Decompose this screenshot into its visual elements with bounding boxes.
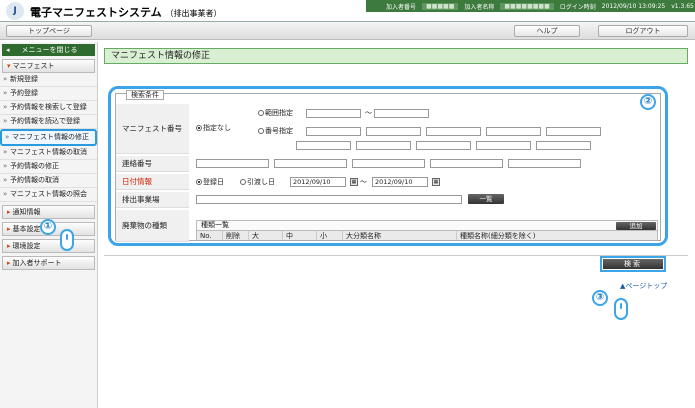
sidebar-section-notice[interactable]: ▸ 通知情報 xyxy=(2,205,95,219)
triangle-down-icon: ▾ xyxy=(7,62,11,70)
radio-none[interactable]: 指定なし xyxy=(196,124,231,133)
contact-input-3[interactable] xyxy=(352,159,425,168)
number-input-7[interactable] xyxy=(356,141,411,150)
help-button[interactable]: ヘルプ xyxy=(514,25,580,37)
mouse-icon xyxy=(614,298,628,320)
user-info-bar: 加入者番号 ■■■■■ 加入者名称 ■■■■■■■■ ログイン時刻 2012/09/1… xyxy=(366,0,695,12)
number-input-2[interactable] xyxy=(366,127,421,136)
number-input-8[interactable] xyxy=(416,141,471,150)
emitter-input[interactable] xyxy=(196,195,462,204)
col-small: 小 xyxy=(317,231,343,240)
radio-reg-date[interactable]: 登録日 xyxy=(196,178,224,187)
sidebar-item-cancel-manifest[interactable]: マニフェスト情報の取消 xyxy=(0,146,97,160)
col-medium: 中 xyxy=(283,231,317,240)
contact-input-2[interactable] xyxy=(274,159,347,168)
jwnet-logo: J xyxy=(6,2,24,20)
page-top-link[interactable]: ▲ページトップ xyxy=(620,281,667,291)
type-list-title: 種類一覧 xyxy=(197,221,657,230)
top-page-button[interactable]: トップページ xyxy=(6,25,92,37)
sidebar-item-inquiry[interactable]: マニフェスト情報の照会 xyxy=(0,188,97,202)
contact-input-5[interactable] xyxy=(508,159,581,168)
number-input-10[interactable] xyxy=(536,141,591,150)
contact-input-1[interactable] xyxy=(196,159,269,168)
col-no: No. xyxy=(197,231,223,240)
calendar-icon[interactable]: ▦ xyxy=(432,178,440,186)
step-badge-2: ② xyxy=(640,94,656,110)
search-button-label: 検索 xyxy=(603,259,663,269)
triangle-right-icon: ▸ xyxy=(7,259,11,267)
col-type-name: 種類名称(細分類を除く) xyxy=(460,232,536,240)
waste-type-label: 廃棄物の種類 xyxy=(116,210,189,242)
sidebar-item-new[interactable]: 新規登録 xyxy=(0,73,97,87)
radio-number[interactable]: 番号指定 xyxy=(258,127,293,136)
date-from-input[interactable]: 2012/09/10 xyxy=(290,177,346,187)
list-button[interactable]: 一覧 xyxy=(468,194,504,204)
step-badge-1: ① xyxy=(40,219,56,235)
radio-delivery-date[interactable]: 引渡し日 xyxy=(240,178,275,187)
triangle-right-icon: ▸ xyxy=(7,208,11,216)
number-input-6[interactable] xyxy=(296,141,351,150)
page-title: マニフェスト情報の修正 xyxy=(104,48,688,64)
sidebar-section-manifest[interactable]: ▾ マニフェスト xyxy=(2,59,95,73)
sidebar-item-search-reserve[interactable]: 予約情報を検索して登録 xyxy=(0,101,97,115)
search-conditions-panel: 検索条件 マニフェスト番号 指定なし 範囲指定 ～ 番号指定 連絡番号 日付情報… xyxy=(108,86,668,246)
date-to-input[interactable]: 2012/09/10 xyxy=(372,177,428,187)
number-input-9[interactable] xyxy=(476,141,531,150)
app-header: J 電子マニフェストシステム （排出事業者） 加入者番号 ■■■■■ 加入者名称 ■… xyxy=(0,0,695,22)
col-category-name: 大分類名称 xyxy=(343,231,457,240)
sidebar-item-cancel-reserve[interactable]: 予約情報の取消 xyxy=(0,174,97,188)
range-to-input[interactable] xyxy=(374,109,429,118)
range-from-input[interactable] xyxy=(306,109,361,118)
calendar-icon[interactable]: ▦ xyxy=(350,178,358,186)
table-header: No. 削除 大 中 小 大分類名称 種類名称(細分類を除く) xyxy=(197,230,657,240)
sidebar-item-modify-manifest[interactable]: マニフェスト情報の修正 xyxy=(0,129,97,146)
contact-input-4[interactable] xyxy=(430,159,503,168)
emitter-label: 排出事業場 xyxy=(116,192,189,208)
sidebar-item-load-reserve[interactable]: 予約情報を読込で登録 xyxy=(0,115,97,129)
date-tilde: ～ xyxy=(360,178,367,186)
sidebar-item-reserve[interactable]: 予約登録 xyxy=(0,87,97,101)
app-title: 電子マニフェストシステム （排出事業者） xyxy=(30,6,222,19)
menu-close-button[interactable]: ◂ メニューを閉じる xyxy=(2,44,95,56)
sidebar-section-env[interactable]: ▸ 環境設定 xyxy=(2,239,95,253)
number-input-4[interactable] xyxy=(486,127,541,136)
contact-no-label: 連絡番号 xyxy=(116,156,189,172)
manifest-no-label: マニフェスト番号 xyxy=(116,104,189,154)
col-large: 大 xyxy=(249,231,283,240)
waste-type-table: 種類一覧 No. 削除 大 中 小 大分類名称 種類名称(細分類を除く) xyxy=(196,220,658,240)
search-legend: 検索条件 xyxy=(126,90,164,100)
col-delete: 削除 xyxy=(223,231,249,240)
triangle-right-icon: ▸ xyxy=(7,242,11,250)
step-badge-3: ③ xyxy=(592,290,608,306)
sidebar-section-support[interactable]: ▸ 加入者サポート xyxy=(2,256,95,270)
add-button[interactable]: 追加 xyxy=(616,222,656,230)
number-input-5[interactable] xyxy=(546,127,601,136)
triangle-right-icon: ▸ xyxy=(7,225,11,233)
date-info-label: 日付情報 xyxy=(116,174,189,190)
sidebar-item-modify-reserve[interactable]: 予約情報の修正 xyxy=(0,160,97,174)
number-input-1[interactable] xyxy=(306,127,361,136)
radio-range[interactable]: 範囲指定 xyxy=(258,109,293,118)
nav-bar: トップページ ヘルプ ログアウト xyxy=(0,22,695,40)
mouse-icon xyxy=(60,229,74,251)
search-button[interactable]: 検索 xyxy=(600,256,666,272)
logout-button[interactable]: ログアウト xyxy=(598,25,688,37)
main-content: マニフェスト情報の修正 xyxy=(104,48,688,64)
search-form: 検索条件 マニフェスト番号 指定なし 範囲指定 ～ 番号指定 連絡番号 日付情報… xyxy=(115,90,661,242)
range-tilde: ～ xyxy=(365,109,372,117)
number-input-3[interactable] xyxy=(426,127,481,136)
